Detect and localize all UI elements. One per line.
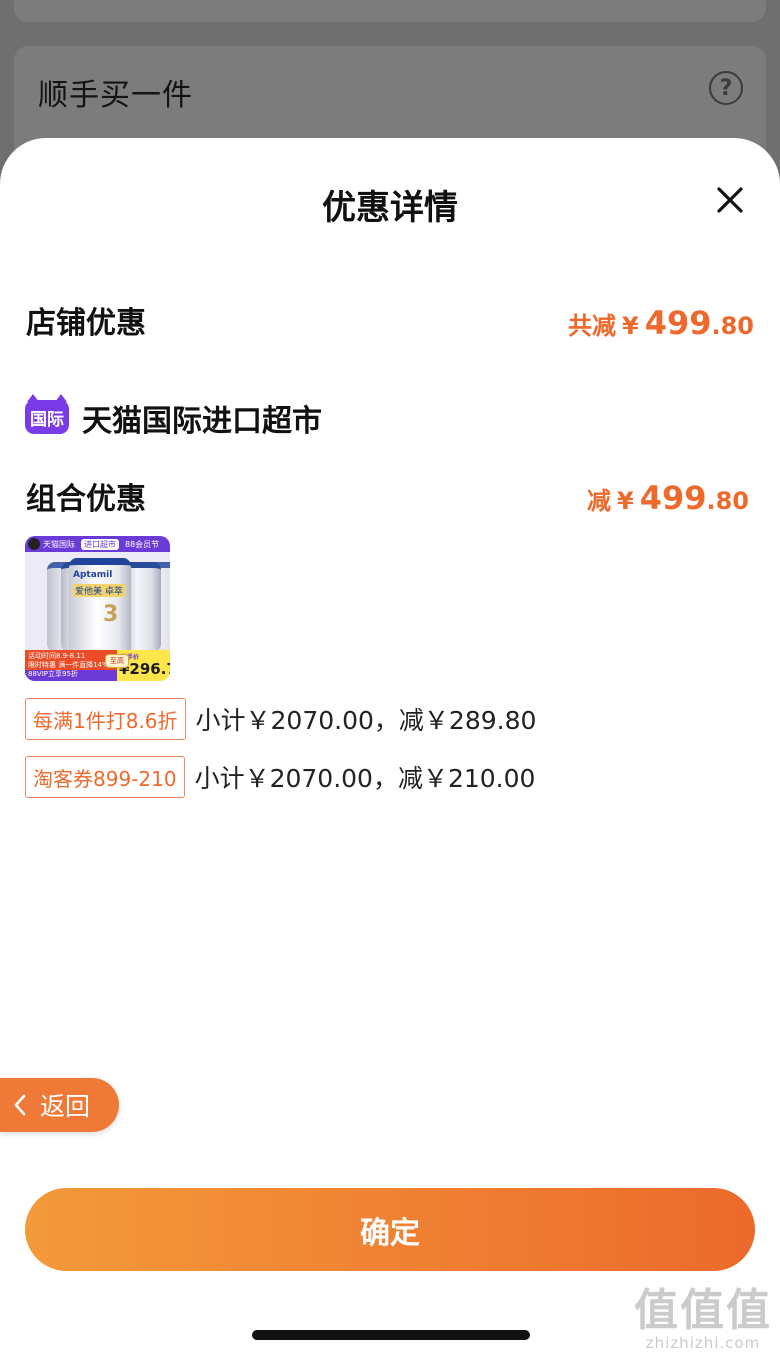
shop-badge-text: 国际 (30, 409, 64, 430)
thumbnail-chip: 进口超市 (81, 538, 119, 550)
promotion-detail: 小计￥2070.00，减￥289.80 (195, 706, 537, 735)
promotion-row: 淘客券899-210 小计￥2070.00，减￥210.00 (25, 756, 535, 798)
chevron-left-icon (0, 1078, 40, 1132)
watermark-logo: 值值值 (634, 1285, 772, 1336)
combo-discount-label: 减 (586, 487, 611, 515)
thumbnail-banner-text: 天猫国际 (43, 539, 75, 549)
thumbnail-chip-2: 88会员节 (125, 539, 160, 549)
close-icon[interactable] (712, 182, 748, 218)
thumbnail-promo-info: 活动时间8.9-8.11 限时特惠 满一件直降14% 88VIP立享95折 (25, 650, 117, 681)
discount-detail-sheet: 优惠详情 店铺优惠 共减 ¥ 499 .80 国际 天猫国际进口超市 组合优惠 … (0, 138, 780, 1356)
promotion-tag: 每满1件打8.6折 (25, 698, 186, 740)
background-section-title: 顺手买一件 (38, 78, 193, 113)
sheet-title: 优惠详情 (322, 188, 458, 228)
promo-line: 限时特惠 满一件直降14% (28, 661, 109, 669)
shop-name[interactable]: 天猫国际进口超市 (82, 396, 322, 440)
confirm-button[interactable]: 确定 (25, 1188, 755, 1271)
background-card-top (14, 0, 766, 22)
page: 顺手买一件 ? 优惠详情 店铺优惠 共减 ¥ 499 .80 国际 天猫国际进口… (0, 0, 780, 1356)
thumbnail-promo-bar: 活动时间8.9-8.11 限时特惠 满一件直降14% 88VIP立享95折 到手… (25, 650, 170, 681)
currency-symbol: ¥ (616, 487, 634, 515)
thumbnail-badge: 至高 (105, 654, 129, 668)
store-discount-label: 共减 (567, 312, 616, 340)
amount-integer: 499 (639, 479, 707, 517)
watermark: 值值值 zhizhizhi.com (628, 1274, 778, 1352)
question-circle-icon[interactable]: ? (709, 71, 743, 105)
product-brand-cn: 爱他美 卓萃 (73, 584, 125, 597)
promo-line: 88VIP立享95折 (25, 670, 117, 681)
product-thumbnail[interactable]: 天猫国际 进口超市 88会员节 Aptamil 爱他美 卓萃 3 活动时间8.9… (25, 536, 170, 681)
combo-discount-amount: 减 ¥ 499 .80 (587, 479, 749, 517)
product-stage: 3 (103, 602, 119, 627)
promotion-tag: 淘客券899-210 (25, 756, 185, 798)
watermark-url: zhizhizhi.com (645, 1334, 761, 1352)
thumbnail-banner: 天猫国际 进口超市 88会员节 (25, 536, 170, 552)
promotion-row: 每满1件打8.6折 小计￥2070.00，减￥289.80 (25, 698, 536, 740)
store-discount-title: 店铺优惠 (26, 306, 146, 341)
back-button-label: 返回 (40, 1092, 91, 1121)
amount-decimal: .80 (711, 312, 754, 340)
combo-discount-title: 组合优惠 (26, 482, 146, 517)
amount-decimal: .80 (706, 487, 749, 515)
amount-integer: 499 (644, 304, 712, 342)
store-discount-amount: 共减 ¥ 499 .80 (568, 304, 754, 342)
product-brand: Aptamil (73, 570, 113, 580)
promotion-detail: 小计￥2070.00，减￥210.00 (194, 764, 536, 793)
home-indicator[interactable] (252, 1330, 530, 1340)
tmall-global-icon: 国际 (25, 394, 69, 434)
promo-line: 活动时间8.9-8.11 (28, 652, 86, 660)
back-button[interactable]: 返回 (0, 1078, 119, 1132)
currency-symbol: ¥ (621, 312, 639, 340)
cat-logo-icon (28, 538, 40, 550)
